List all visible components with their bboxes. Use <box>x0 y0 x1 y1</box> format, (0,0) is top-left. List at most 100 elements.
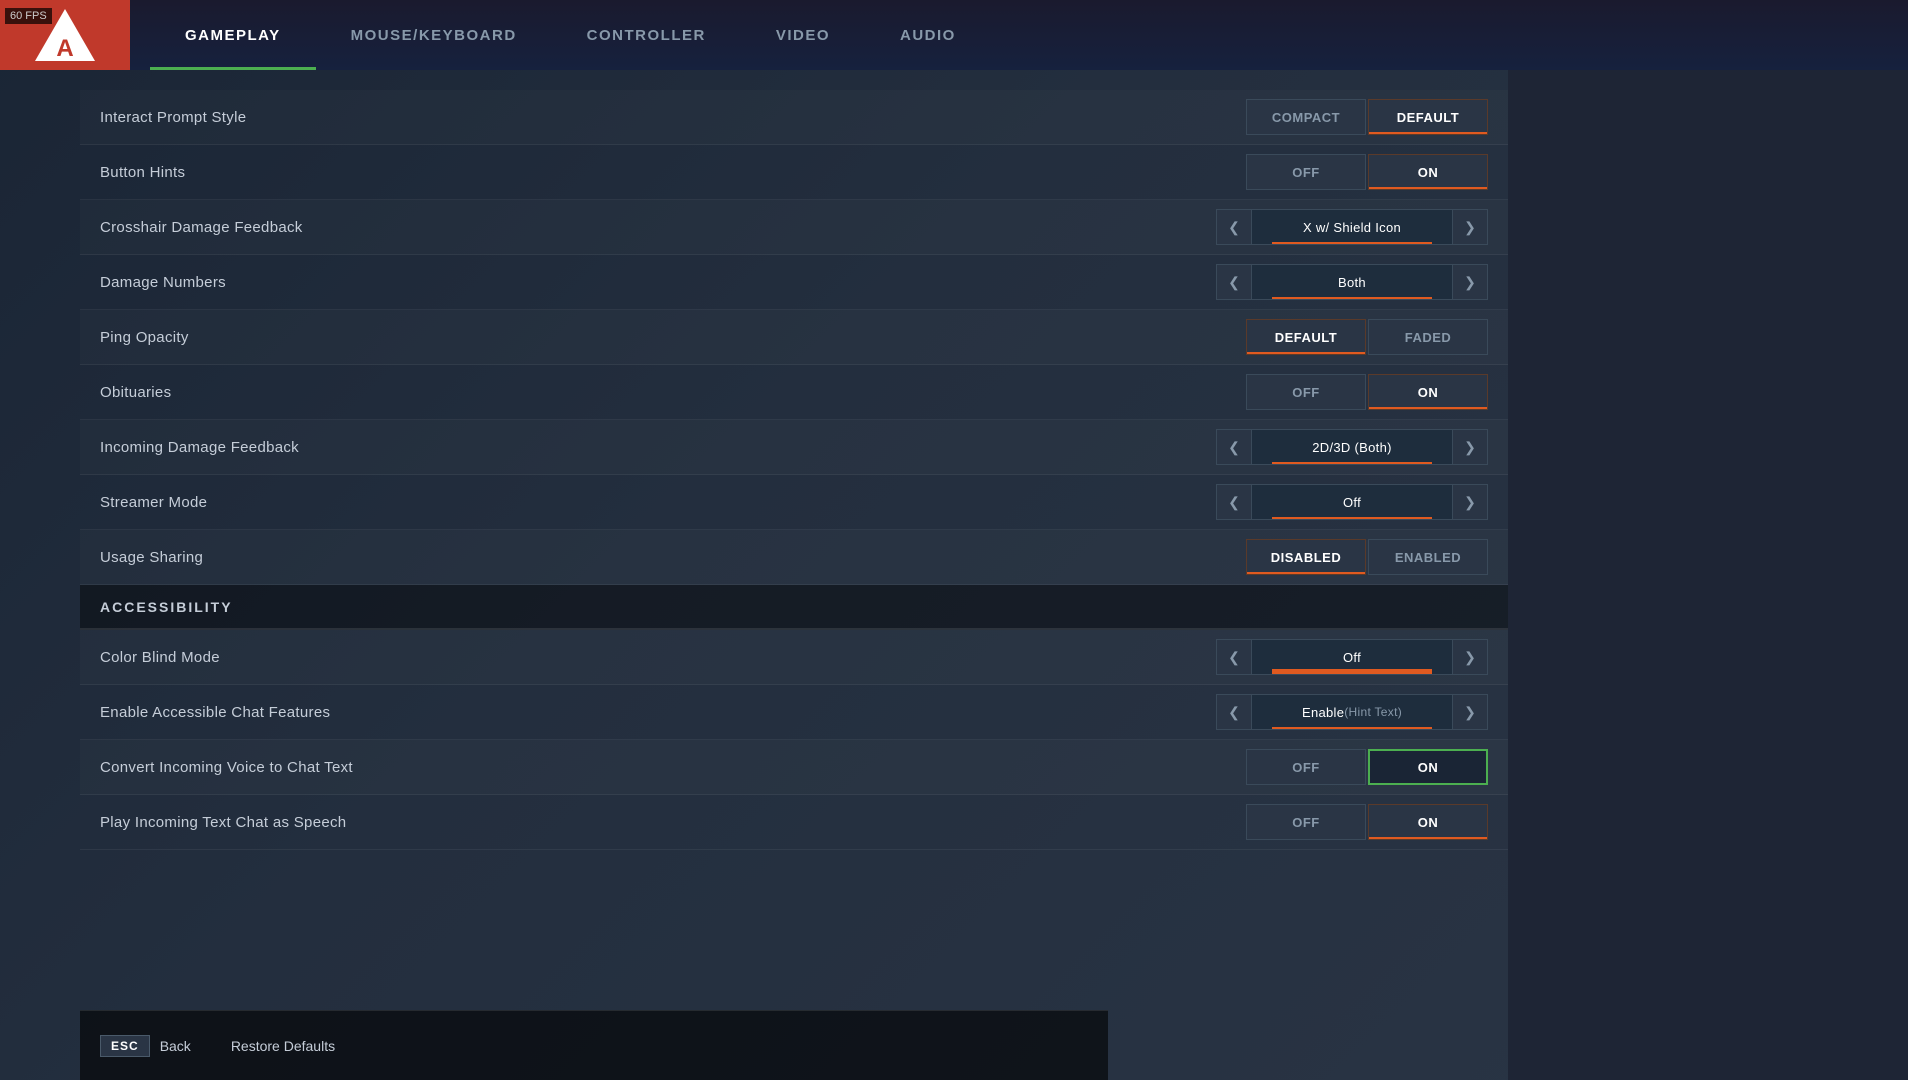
toggle-usage-disabled[interactable]: Disabled <box>1246 539 1366 575</box>
arrow-right-crosshair[interactable]: ❯ <box>1452 209 1488 245</box>
setting-usage-sharing: Usage Sharing Disabled Enabled <box>80 530 1508 585</box>
toggle-ping-faded[interactable]: Faded <box>1368 319 1488 355</box>
nav-tabs: GAMEPLAY MOUSE/KEYBOARD CONTROLLER VIDEO… <box>150 0 991 70</box>
esc-key: ESC <box>100 1035 150 1057</box>
control-accessible-chat: ❮ Enable (Hint Text) ❯ <box>1216 694 1488 730</box>
label-damage-numbers: Damage Numbers <box>100 274 1216 291</box>
setting-crosshair-damage-feedback: Crosshair Damage Feedback ❮ X w/ Shield … <box>80 200 1508 255</box>
control-interact-prompt-style: Compact Default <box>1246 99 1488 135</box>
tab-mouse-keyboard[interactable]: MOUSE/KEYBOARD <box>316 0 552 70</box>
control-crosshair-damage-feedback: ❮ X w/ Shield Icon ❯ <box>1216 209 1488 245</box>
toggle-voice-on[interactable]: On <box>1368 749 1488 785</box>
control-text-to-speech: Off On <box>1246 804 1488 840</box>
tab-audio[interactable]: AUDIO <box>865 0 991 70</box>
arrow-right-damage-numbers[interactable]: ❯ <box>1452 264 1488 300</box>
toggle-obituaries-on[interactable]: On <box>1368 374 1488 410</box>
bottom-bar: ESC Back Restore Defaults <box>80 1010 1108 1080</box>
arrow-left-crosshair[interactable]: ❮ <box>1216 209 1252 245</box>
control-obituaries: Off On <box>1246 374 1488 410</box>
setting-voice-to-chat: Convert Incoming Voice to Chat Text Off … <box>80 740 1508 795</box>
toggle-compact[interactable]: Compact <box>1246 99 1366 135</box>
toggle-default[interactable]: Default <box>1368 99 1488 135</box>
setting-accessible-chat: Enable Accessible Chat Features ❮ Enable… <box>80 685 1508 740</box>
control-streamer-mode: ❮ Off ❯ <box>1216 484 1488 520</box>
nav-bar: GAMEPLAY MOUSE/KEYBOARD CONTROLLER VIDEO… <box>0 0 1908 70</box>
restore-defaults-action[interactable]: Restore Defaults <box>231 1038 335 1054</box>
tab-controller[interactable]: CONTROLLER <box>552 0 741 70</box>
section-accessibility: ACCESSIBILITY <box>80 585 1508 630</box>
arrow-streamer-mode: ❮ Off ❯ <box>1216 484 1488 520</box>
right-panel <box>1508 0 1908 1080</box>
control-voice-to-chat: Off On <box>1246 749 1488 785</box>
label-incoming-damage-feedback: Incoming Damage Feedback <box>100 439 1216 456</box>
tab-video[interactable]: VIDEO <box>741 0 865 70</box>
arrow-crosshair-damage-feedback: ❮ X w/ Shield Icon ❯ <box>1216 209 1488 245</box>
value-color-blind-mode: Off <box>1252 639 1452 675</box>
value-streamer-mode: Off <box>1252 484 1452 520</box>
setting-streamer-mode: Streamer Mode ❮ Off ❯ <box>80 475 1508 530</box>
label-usage-sharing: Usage Sharing <box>100 549 1246 566</box>
control-damage-numbers: ❮ Both ❯ <box>1216 264 1488 300</box>
arrow-left-accessible-chat[interactable]: ❮ <box>1216 694 1252 730</box>
toggle-usage-sharing: Disabled Enabled <box>1246 539 1488 575</box>
label-interact-prompt-style: Interact Prompt Style <box>100 109 1246 126</box>
label-obituaries: Obituaries <box>100 384 1246 401</box>
label-streamer-mode: Streamer Mode <box>100 494 1216 511</box>
setting-interact-prompt-style: Interact Prompt Style Compact Default <box>80 90 1508 145</box>
toggle-ping-opacity: Default Faded <box>1246 319 1488 355</box>
toggle-hints-on[interactable]: On <box>1368 154 1488 190</box>
tab-gameplay[interactable]: GAMEPLAY <box>150 0 316 70</box>
arrow-accessible-chat: ❮ Enable (Hint Text) ❯ <box>1216 694 1488 730</box>
toggle-hints-off[interactable]: Off <box>1246 154 1366 190</box>
fps-badge: 60 FPS <box>5 8 52 24</box>
value-incoming-damage-feedback: 2D/3D (Both) <box>1252 429 1452 465</box>
arrow-left-streamer[interactable]: ❮ <box>1216 484 1252 520</box>
label-accessible-chat: Enable Accessible Chat Features <box>100 704 1216 721</box>
settings-list: Interact Prompt Style Compact Default Bu… <box>80 90 1508 850</box>
back-label: Back <box>160 1038 191 1054</box>
label-button-hints: Button Hints <box>100 164 1246 181</box>
arrow-right-accessible-chat[interactable]: ❯ <box>1452 694 1488 730</box>
setting-ping-opacity: Ping Opacity Default Faded <box>80 310 1508 365</box>
label-voice-to-chat: Convert Incoming Voice to Chat Text <box>100 759 1246 776</box>
control-ping-opacity: Default Faded <box>1246 319 1488 355</box>
toggle-button-hints: Off On <box>1246 154 1488 190</box>
toggle-voice-to-chat: Off On <box>1246 749 1488 785</box>
toggle-tts-off[interactable]: Off <box>1246 804 1366 840</box>
arrow-damage-numbers: ❮ Both ❯ <box>1216 264 1488 300</box>
arrow-left-damage-numbers[interactable]: ❮ <box>1216 264 1252 300</box>
value-accessible-chat: Enable (Hint Text) <box>1252 694 1452 730</box>
arrow-right-color-blind[interactable]: ❯ <box>1452 639 1488 675</box>
section-accessibility-title: ACCESSIBILITY <box>100 599 233 615</box>
toggle-tts-on[interactable]: On <box>1368 804 1488 840</box>
toggle-obituaries: Off On <box>1246 374 1488 410</box>
arrow-right-streamer[interactable]: ❯ <box>1452 484 1488 520</box>
label-text-to-speech: Play Incoming Text Chat as Speech <box>100 814 1246 831</box>
setting-obituaries: Obituaries Off On <box>80 365 1508 420</box>
setting-incoming-damage-feedback: Incoming Damage Feedback ❮ 2D/3D (Both) … <box>80 420 1508 475</box>
label-ping-opacity: Ping Opacity <box>100 329 1246 346</box>
label-crosshair-damage-feedback: Crosshair Damage Feedback <box>100 219 1216 236</box>
toggle-ping-default[interactable]: Default <box>1246 319 1366 355</box>
main-content: Interact Prompt Style Compact Default Bu… <box>80 70 1508 1080</box>
back-action[interactable]: ESC Back <box>100 1035 191 1057</box>
control-button-hints: Off On <box>1246 154 1488 190</box>
arrow-left-color-blind[interactable]: ❮ <box>1216 639 1252 675</box>
arrow-right-incoming-damage[interactable]: ❯ <box>1452 429 1488 465</box>
toggle-voice-off[interactable]: Off <box>1246 749 1366 785</box>
toggle-interact-prompt-style: Compact Default <box>1246 99 1488 135</box>
settings-panel: Interact Prompt Style Compact Default Bu… <box>80 90 1508 1000</box>
arrow-left-incoming-damage[interactable]: ❮ <box>1216 429 1252 465</box>
restore-defaults-label: Restore Defaults <box>231 1038 335 1054</box>
toggle-usage-enabled[interactable]: Enabled <box>1368 539 1488 575</box>
arrow-color-blind-mode: ❮ Off ❯ <box>1216 639 1488 675</box>
value-damage-numbers: Both <box>1252 264 1452 300</box>
value-crosshair-damage-feedback: X w/ Shield Icon <box>1252 209 1452 245</box>
toggle-obituaries-off[interactable]: Off <box>1246 374 1366 410</box>
label-color-blind-mode: Color Blind Mode <box>100 649 1216 666</box>
control-color-blind-mode: ❮ Off ❯ <box>1216 639 1488 675</box>
toggle-text-to-speech: Off On <box>1246 804 1488 840</box>
arrow-incoming-damage-feedback: ❮ 2D/3D (Both) ❯ <box>1216 429 1488 465</box>
setting-button-hints: Button Hints Off On <box>80 145 1508 200</box>
control-incoming-damage-feedback: ❮ 2D/3D (Both) ❯ <box>1216 429 1488 465</box>
